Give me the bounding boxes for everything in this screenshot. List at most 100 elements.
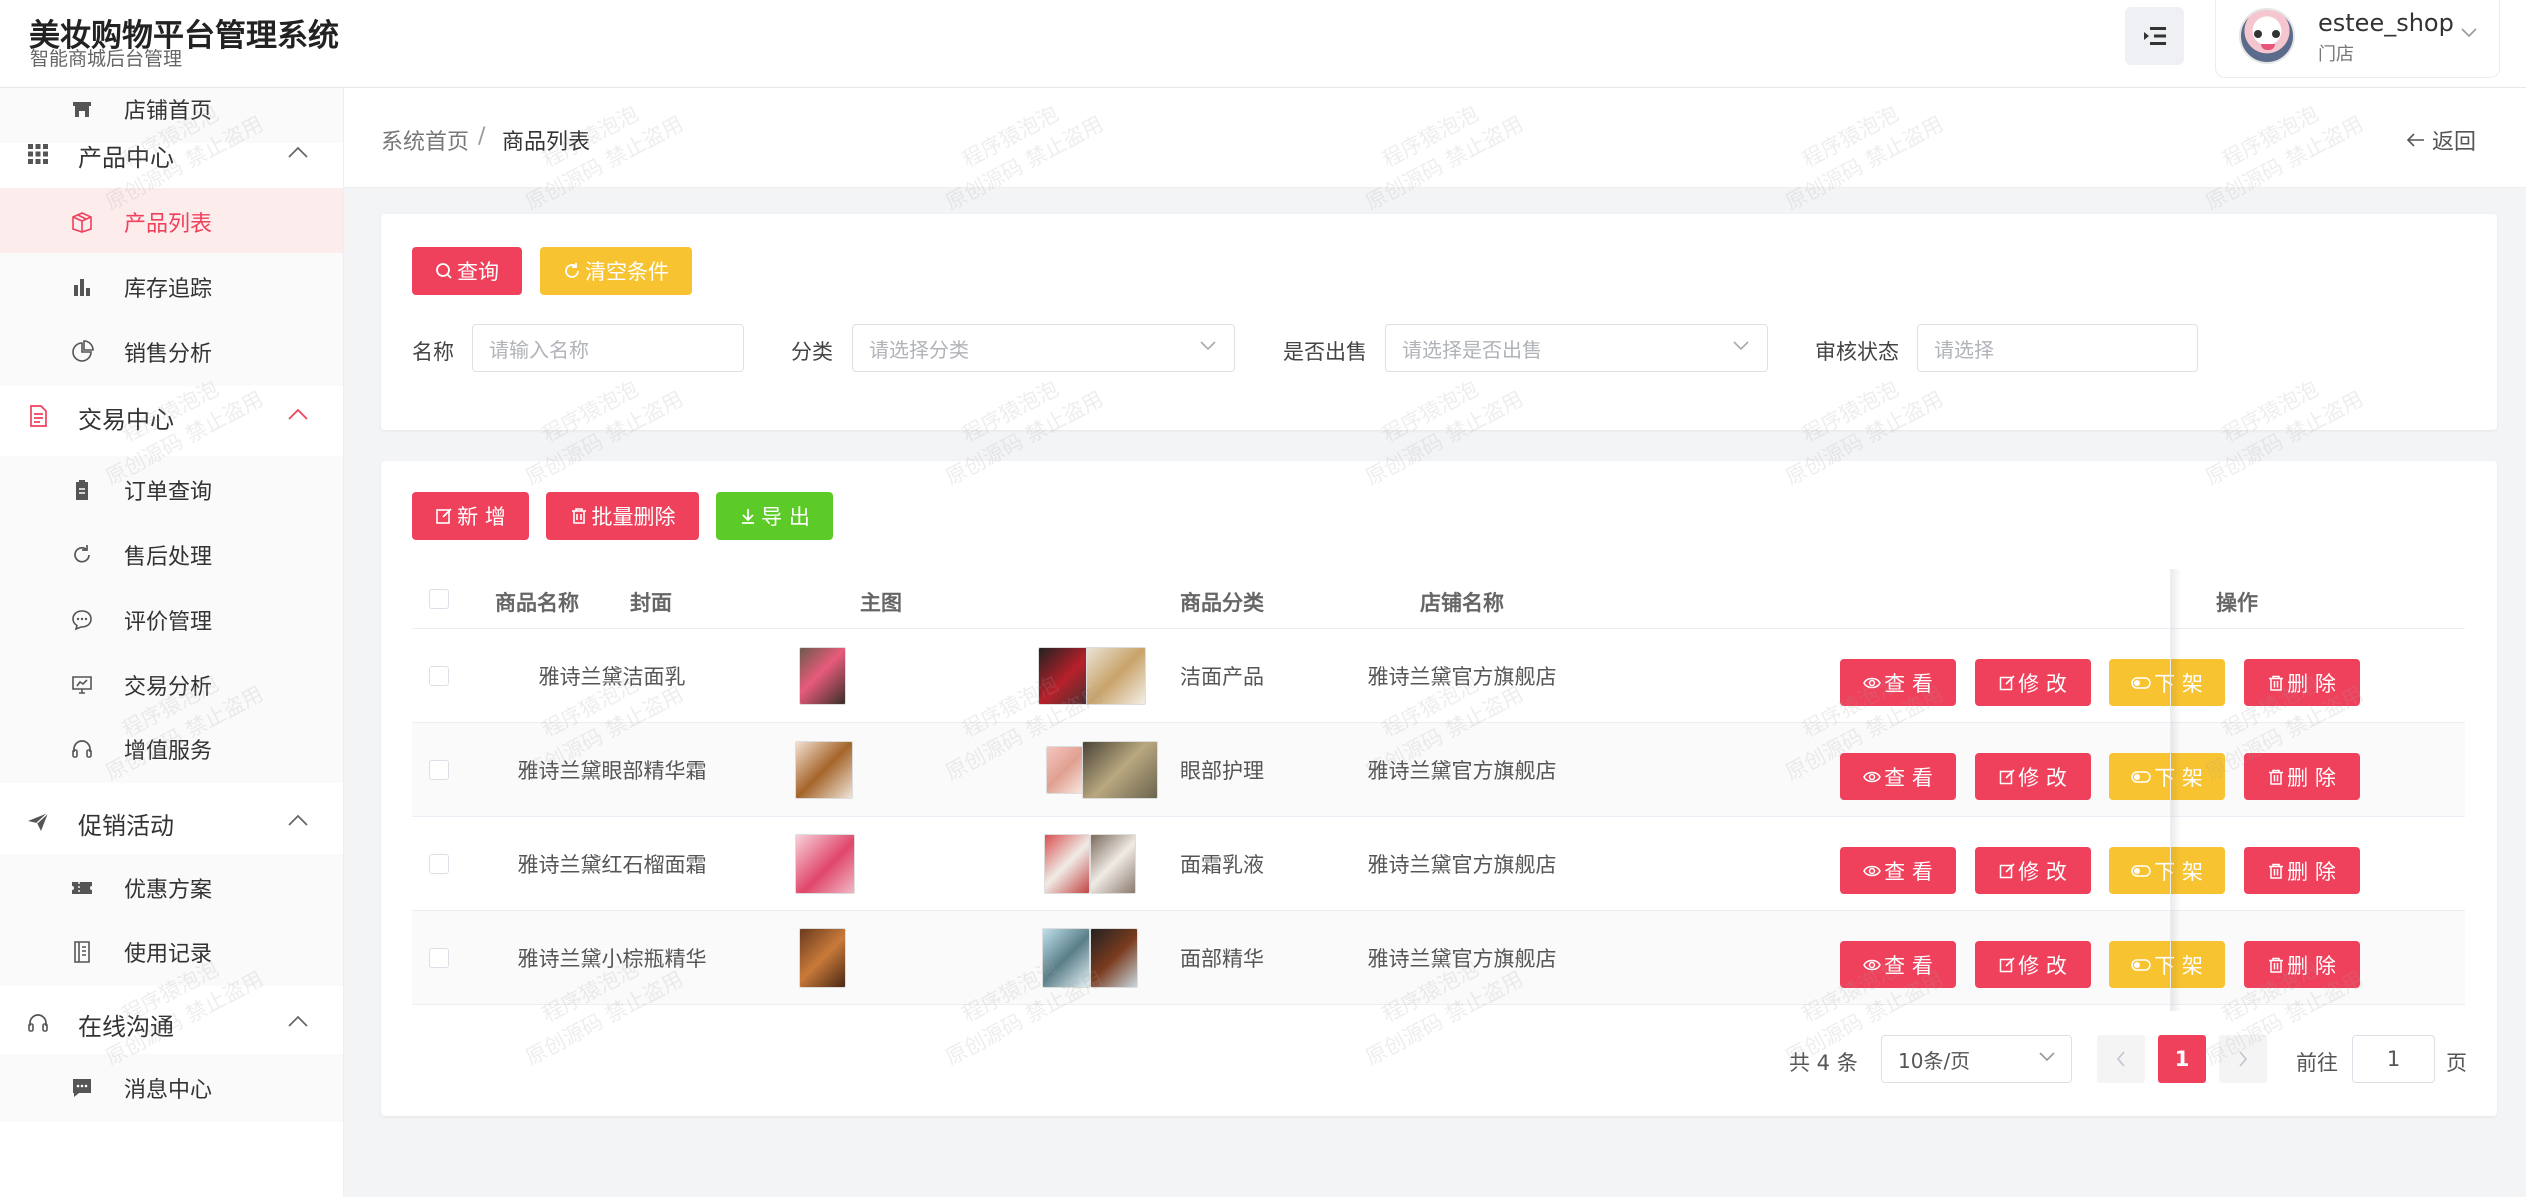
main-image[interactable]: [1042, 928, 1090, 988]
sidebar-item-9[interactable]: 交易分析: [0, 651, 343, 719]
row-checkbox[interactable]: [429, 854, 449, 874]
sidebar-item-4[interactable]: 销售分析: [0, 318, 343, 386]
view-button[interactable]: 查 看: [1840, 941, 1956, 988]
query-button[interactable]: 查询: [412, 247, 522, 295]
sidebar-item-8[interactable]: 评价管理: [0, 586, 343, 654]
category-filter-select[interactable]: 请选择分类: [852, 324, 1235, 372]
row-checkbox[interactable]: [429, 948, 449, 968]
reset-button[interactable]: 清空条件: [540, 247, 692, 295]
main-image[interactable]: [1046, 746, 1084, 794]
cover-image[interactable]: [799, 647, 846, 705]
page-number-button[interactable]: 1: [2158, 1035, 2206, 1083]
offshelf-button[interactable]: 下 架: [2109, 847, 2225, 894]
offshelf-button[interactable]: 下 架: [2109, 941, 2225, 988]
sidebar-item-15[interactable]: 消息中心: [0, 1054, 343, 1122]
view-button[interactable]: 查 看: [1840, 659, 1956, 706]
edit-icon: [436, 508, 452, 524]
edit-icon: [1999, 768, 2015, 784]
trash-icon: [2269, 769, 2284, 785]
onsale-filter-select[interactable]: 请选择是否出售: [1385, 324, 1768, 372]
product-category: 面霜乳液: [1180, 853, 1264, 877]
user-role: 门店: [2318, 44, 2354, 65]
delete-button[interactable]: 删 除: [2244, 659, 2360, 706]
add-button[interactable]: 新 增: [412, 492, 529, 540]
grid-icon-wrap: [26, 142, 50, 166]
offshelf-button[interactable]: 下 架: [2109, 753, 2225, 800]
eye-icon: [1863, 771, 1881, 782]
user-menu[interactable]: estee_shop 门店: [2215, 0, 2500, 78]
page-unit-label: 页: [2446, 1051, 2467, 1075]
sidebar-item-13[interactable]: 使用记录: [0, 918, 343, 986]
sidebar-group-1[interactable]: 产品中心: [0, 120, 343, 188]
batch-delete-button[interactable]: 批量删除: [546, 492, 699, 540]
trash-icon: [2269, 957, 2284, 973]
table-row: 雅诗兰黛洁面乳 洁面产品 雅诗兰黛官方旗舰店 查 看 修 改 下 架 删 除: [412, 629, 2465, 723]
row-checkbox[interactable]: [429, 760, 449, 780]
search-icon: [436, 263, 452, 279]
edit-icon: [1999, 956, 2015, 972]
goto-label: 前往: [2296, 1051, 2338, 1075]
breadcrumb-home-link[interactable]: 系统首页: [381, 124, 469, 156]
sidebar-item-3[interactable]: 库存追踪: [0, 253, 343, 321]
edit-button[interactable]: 修 改: [1975, 753, 2091, 800]
box-icon: [72, 212, 92, 233]
sidebar-item-10[interactable]: 增值服务: [0, 715, 343, 783]
toggle-icon: [2131, 676, 2151, 689]
delete-button[interactable]: 删 除: [2244, 941, 2360, 988]
next-page-button[interactable]: [2219, 1035, 2267, 1083]
sidebar-item-2[interactable]: 产品列表: [0, 188, 343, 256]
export-button[interactable]: 导 出: [716, 492, 833, 540]
store-icon: [73, 102, 91, 117]
cover-image[interactable]: [795, 834, 855, 894]
sidebar-label: 订单查询: [124, 480, 213, 505]
prev-page-button[interactable]: [2097, 1035, 2145, 1083]
add-button-label: 新 增: [457, 505, 506, 529]
delete-button[interactable]: 删 除: [2244, 753, 2360, 800]
menu-fold-icon: [2143, 27, 2166, 45]
onsale-filter-placeholder: 请选择是否出售: [1402, 337, 1542, 362]
edit-button[interactable]: 修 改: [1975, 847, 2091, 894]
sidebar-group-11[interactable]: 促销活动: [0, 788, 343, 856]
top-header: 美妆购物平台管理系统 智能商城后台管理 estee_shop 门店: [0, 0, 2526, 88]
back-button[interactable]: 返回: [2406, 124, 2476, 156]
delete-button-label: 删 除: [2287, 859, 2336, 884]
main-image[interactable]: [1044, 834, 1090, 894]
box-icon-wrap: [70, 210, 94, 234]
sidebar-item-6[interactable]: 订单查询: [0, 456, 343, 524]
view-button-label: 查 看: [1884, 859, 1933, 884]
sidebar-item-12[interactable]: 优惠方案: [0, 854, 343, 922]
audit-filter-select[interactable]: 请选择: [1917, 324, 2198, 372]
edit-button[interactable]: 修 改: [1975, 941, 2091, 988]
sidebar-item-7[interactable]: 售后处理: [0, 521, 343, 589]
goto-page-input[interactable]: 1: [2352, 1035, 2435, 1083]
sidebar-group-5[interactable]: 交易中心: [0, 382, 343, 450]
chevron-down-icon: [2461, 28, 2477, 38]
view-button[interactable]: 查 看: [1840, 753, 1956, 800]
name-filter-input[interactable]: 请输入名称: [472, 324, 744, 372]
sidebar-group-14[interactable]: 在线沟通: [0, 989, 343, 1057]
offshelf-button[interactable]: 下 架: [2109, 659, 2225, 706]
table-row: 雅诗兰黛红石榴面霜 面霜乳液 雅诗兰黛官方旗舰店 查 看 修 改 下 架 删 除: [412, 817, 2465, 911]
message-icon: [73, 1079, 91, 1097]
edit-button[interactable]: 修 改: [1975, 659, 2091, 706]
chevron-down-icon: [1733, 341, 1749, 351]
audit-filter-label: 审核状态: [1815, 340, 1899, 364]
chevron-up-icon: [288, 408, 308, 420]
eye-icon: [1863, 865, 1881, 876]
batch-delete-button-label: 批量删除: [591, 505, 676, 529]
delete-button[interactable]: 删 除: [2244, 847, 2360, 894]
select-all-checkbox[interactable]: [429, 589, 449, 609]
row-checkbox[interactable]: [429, 666, 449, 686]
chevron-up-icon: [288, 146, 308, 158]
view-button[interactable]: 查 看: [1840, 847, 1956, 894]
chevron-up-icon: [288, 1015, 308, 1027]
product-table-panel: 新 增 批量删除 导 出 商品名称 封面 主图 商品分类 店铺名称 操作 雅诗兰…: [381, 461, 2497, 1116]
toggle-icon: [2131, 770, 2151, 783]
page-size-select[interactable]: 10条/页: [1881, 1035, 2072, 1083]
sidebar-label: 在线沟通: [78, 1013, 174, 1041]
chevron-down-icon: [1200, 341, 1216, 351]
cover-image[interactable]: [799, 928, 846, 988]
column-header-actions: 操作: [2216, 591, 2258, 615]
cover-image[interactable]: [795, 741, 853, 799]
menu-toggle-button[interactable]: [2125, 7, 2184, 65]
